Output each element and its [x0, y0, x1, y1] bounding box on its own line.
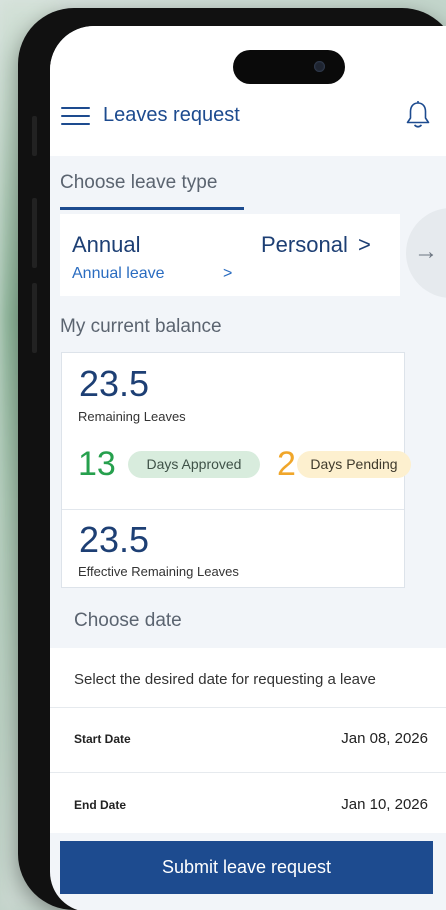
annual-title: Annual [72, 232, 141, 257]
phone-volume-up [32, 198, 37, 268]
effective-remaining-label: Effective Remaining Leaves [78, 564, 239, 579]
choose-leave-type-label: Choose leave type [60, 172, 218, 193]
end-date-value: Jan 10, 2026 [341, 796, 428, 813]
current-balance-label: My current balance [60, 316, 222, 337]
start-date-label: Start Date [74, 732, 131, 746]
balance-divider [62, 509, 404, 510]
leave-type-selected-underline [60, 207, 244, 210]
app-header: Leaves request [50, 26, 446, 156]
remaining-leaves-label: Remaining Leaves [78, 409, 186, 424]
effective-remaining-value: 23.5 [79, 519, 150, 560]
end-date-label: End Date [74, 798, 127, 812]
dynamic-island [233, 50, 345, 84]
row-divider [50, 772, 446, 773]
submit-leave-request-button[interactable]: Submit leave request [60, 841, 433, 894]
date-description: Select the desired date for requesting a… [74, 671, 376, 688]
app-screen: Leaves request Choose leave type Annual … [50, 26, 446, 910]
balance-card: 23.5 Remaining Leaves 13 Days Approved 2… [61, 352, 411, 588]
bell-icon[interactable] [404, 100, 432, 130]
chevron-right-icon: > [358, 232, 371, 257]
hamburger-menu-icon[interactable] [61, 107, 91, 127]
phone-side-button [32, 116, 37, 156]
row-divider [50, 707, 446, 708]
chevron-right-icon: > [223, 265, 233, 282]
choose-date-label: Choose date [74, 610, 182, 631]
annual-subtitle: Annual leave [72, 265, 165, 282]
personal-title: Personal [261, 232, 348, 257]
pending-badge: Days Pending [297, 451, 411, 478]
approved-days-count: 13 [78, 445, 116, 483]
phone-volume-down [32, 283, 37, 353]
approved-badge: Days Approved [128, 451, 260, 478]
date-section: Select the desired date for requesting a… [50, 648, 446, 833]
leave-type-carousel: Annual Annual leave > Personal > [60, 214, 400, 296]
pending-days-count: 2 [277, 445, 296, 483]
phone-frame: Leaves request Choose leave type Annual … [18, 8, 446, 910]
remaining-leaves-value: 23.5 [79, 363, 150, 404]
start-date-value: Jan 08, 2026 [341, 730, 428, 747]
camera-lens [314, 61, 325, 72]
arrow-right-icon[interactable]: → [414, 238, 438, 266]
page-title: Leaves request [103, 104, 240, 126]
